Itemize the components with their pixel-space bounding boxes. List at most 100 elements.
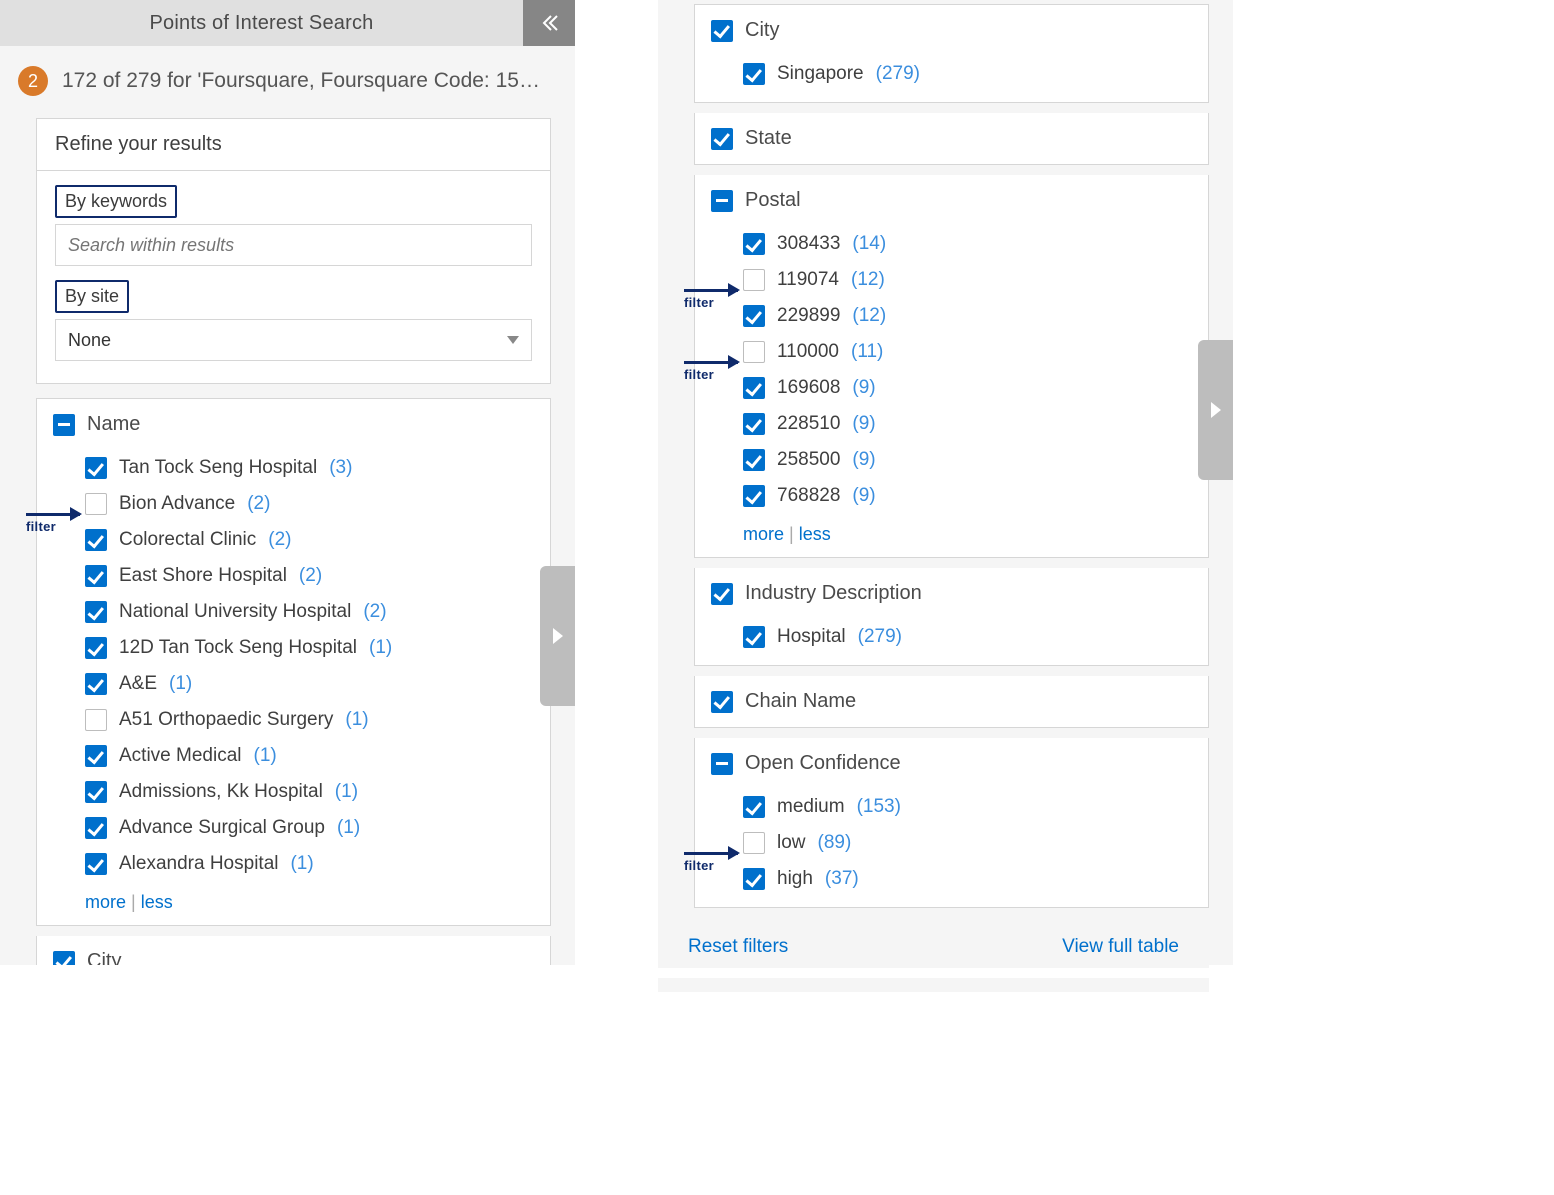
facet-item-label: Active Medical <box>119 745 242 767</box>
facet-item-count: (2) <box>247 493 270 515</box>
chevron-down-icon <box>507 336 519 344</box>
facet-item-label: Alexandra Hospital <box>119 853 278 875</box>
checkbox-unchecked-icon[interactable] <box>743 832 765 854</box>
facet-title: Name <box>87 413 140 436</box>
facet-item-label: National University Hospital <box>119 601 351 623</box>
checkbox-checked-icon[interactable] <box>85 637 107 659</box>
facet-item-count: (1) <box>335 781 358 803</box>
facet-chain: Chain Name <box>694 676 1209 728</box>
checkbox-checked-icon[interactable] <box>743 233 765 255</box>
expand-panel-tab[interactable] <box>1198 340 1233 480</box>
facet-item[interactable]: Alexandra Hospital (1) <box>85 846 550 882</box>
checkbox-checked-icon[interactable] <box>85 457 107 479</box>
facet-toggle-chain[interactable] <box>711 691 733 713</box>
search-input[interactable] <box>55 224 532 266</box>
facet-item[interactable]: Hospital (279) <box>743 619 1208 655</box>
facet-item-count: (3) <box>329 457 352 479</box>
facet-item[interactable]: 110000 (11) <box>743 334 1208 370</box>
facet-item[interactable]: 228510 (9) <box>743 406 1208 442</box>
checkbox-checked-icon[interactable] <box>743 377 765 399</box>
facet-item-label: 768828 <box>777 485 840 507</box>
facet-item-label: 308433 <box>777 233 840 255</box>
facet-toggle-state[interactable] <box>711 128 733 150</box>
facet-title: City <box>87 950 121 965</box>
facet-item-count: (279) <box>876 63 920 85</box>
facet-item-label: 119074 <box>777 269 839 291</box>
facet-toggle-industry[interactable] <box>711 583 733 605</box>
facet-toggle-cityL[interactable] <box>53 951 75 966</box>
view-full-table-link[interactable]: View full table <box>1062 936 1179 958</box>
site-select[interactable]: None <box>55 319 532 361</box>
facet-toggle-name[interactable] <box>53 414 75 436</box>
facet-item-label: 228510 <box>777 413 840 435</box>
facet-item[interactable]: National University Hospital (2) <box>85 594 550 630</box>
checkbox-checked-icon[interactable] <box>85 745 107 767</box>
by-keywords-label: By keywords <box>55 185 177 218</box>
facet-toggle-cityR[interactable] <box>711 20 733 42</box>
facet-item[interactable]: 768828 (9) <box>743 478 1208 514</box>
facet-item[interactable]: Active Medical (1) <box>85 738 550 774</box>
checkbox-checked-icon[interactable] <box>743 305 765 327</box>
facet-item[interactable]: 169608 (9) <box>743 370 1208 406</box>
checkbox-unchecked-icon[interactable] <box>85 709 107 731</box>
facet-item[interactable]: 229899 (12) <box>743 298 1208 334</box>
facet-item[interactable]: Colorectal Clinic (2) <box>85 522 550 558</box>
facet-item-count: (1) <box>369 637 392 659</box>
reset-filters-link[interactable]: Reset filters <box>688 936 788 958</box>
facet-item[interactable]: Bion Advance (2) <box>85 486 550 522</box>
results-summary: 172 of 279 for 'Foursquare, Foursquare C… <box>62 69 551 93</box>
facet-item[interactable]: Advance Surgical Group (1) <box>85 810 550 846</box>
checkbox-checked-icon[interactable] <box>743 626 765 648</box>
checkbox-checked-icon[interactable] <box>743 868 765 890</box>
facet-item[interactable]: A&E (1) <box>85 666 550 702</box>
checkbox-unchecked-icon[interactable] <box>743 341 765 363</box>
facet-item[interactable]: 119074 (12) <box>743 262 1208 298</box>
facet-item-count: (1) <box>337 817 360 839</box>
facet-item[interactable]: A51 Orthopaedic Surgery (1) <box>85 702 550 738</box>
chevron-double-left-icon <box>537 11 561 35</box>
checkbox-checked-icon[interactable] <box>85 601 107 623</box>
facet-item-count: (2) <box>363 601 386 623</box>
collapse-panel-button[interactable] <box>523 0 575 46</box>
facet-toggle-open[interactable] <box>711 753 733 775</box>
facet-title: Industry Description <box>745 582 922 605</box>
facet-item[interactable]: East Shore Hospital (2) <box>85 558 550 594</box>
facet-item-label: Tan Tock Seng Hospital <box>119 457 317 479</box>
facet-item[interactable]: Tan Tock Seng Hospital (3) <box>85 450 550 486</box>
facet-title: Chain Name <box>745 690 856 713</box>
more-less-links[interactable]: more | less <box>695 524 1208 557</box>
panel-title: Points of Interest Search <box>0 0 523 46</box>
facet-item-count: (9) <box>852 485 875 507</box>
facet-item-count: (1) <box>345 709 368 731</box>
checkbox-checked-icon[interactable] <box>743 796 765 818</box>
facet-item-label: Bion Advance <box>119 493 235 515</box>
expand-panel-tab[interactable] <box>540 566 575 706</box>
facet-item-label: Colorectal Clinic <box>119 529 256 551</box>
facet-item[interactable]: 258500 (9) <box>743 442 1208 478</box>
checkbox-checked-icon[interactable] <box>85 673 107 695</box>
more-less-links[interactable]: more | less <box>37 892 550 925</box>
checkbox-checked-icon[interactable] <box>85 853 107 875</box>
checkbox-unchecked-icon[interactable] <box>85 493 107 515</box>
facet-item[interactable]: low (89) <box>743 825 1208 861</box>
facet-item[interactable]: Admissions, Kk Hospital (1) <box>85 774 550 810</box>
checkbox-checked-icon[interactable] <box>85 817 107 839</box>
facet-item-label: A51 Orthopaedic Surgery <box>119 709 333 731</box>
checkbox-unchecked-icon[interactable] <box>743 269 765 291</box>
checkbox-checked-icon[interactable] <box>85 565 107 587</box>
checkbox-checked-icon[interactable] <box>743 449 765 471</box>
facet-item[interactable]: 12D Tan Tock Seng Hospital (1) <box>85 630 550 666</box>
facet-item[interactable]: 308433 (14) <box>743 226 1208 262</box>
facet-item[interactable]: medium (153) <box>743 789 1208 825</box>
facet-cityR: CitySingapore (279) <box>694 4 1209 103</box>
checkbox-checked-icon[interactable] <box>743 413 765 435</box>
facet-item[interactable]: Singapore (279) <box>743 56 1208 92</box>
checkbox-checked-icon[interactable] <box>85 529 107 551</box>
checkbox-checked-icon[interactable] <box>743 485 765 507</box>
facet-item-count: (1) <box>169 673 192 695</box>
facet-item[interactable]: high (37) <box>743 861 1208 897</box>
facet-toggle-postal[interactable] <box>711 190 733 212</box>
checkbox-checked-icon[interactable] <box>85 781 107 803</box>
facet-item-count: (11) <box>851 341 883 363</box>
checkbox-checked-icon[interactable] <box>743 63 765 85</box>
